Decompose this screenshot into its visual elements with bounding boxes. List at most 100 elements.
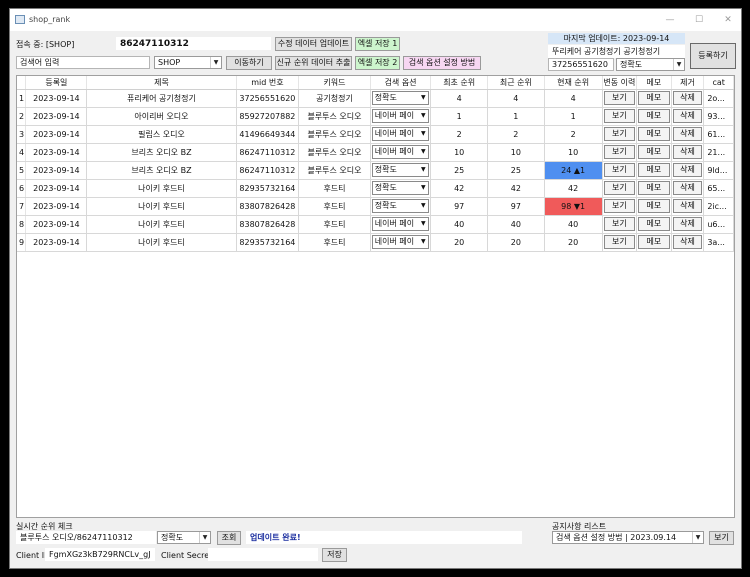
header-cell: 키워드 xyxy=(298,76,371,90)
history-view-button[interactable]: 보기 xyxy=(603,109,636,123)
cell-delete: 삭제 xyxy=(671,215,705,234)
cell-cat: 93... xyxy=(703,107,734,126)
memo-button[interactable]: 메모 xyxy=(638,235,670,249)
cell-mid: 83807826428 xyxy=(236,215,300,234)
history-view-button[interactable]: 보기 xyxy=(603,91,636,105)
search-option-help-button[interactable]: 검색 옵션 설정 방법 xyxy=(403,56,481,70)
cell-keyword: 후드티 xyxy=(298,179,371,198)
search-option-value: 정확도 xyxy=(374,93,397,102)
cell-keyword: 공기청정기 xyxy=(298,89,371,108)
connected-id-field[interactable]: 86247110312 xyxy=(116,37,271,50)
memo-button[interactable]: 메모 xyxy=(638,199,670,213)
history-view-button[interactable]: 보기 xyxy=(603,145,636,159)
search-option-select[interactable]: 정확도 ▼ xyxy=(371,163,430,177)
history-view-button[interactable]: 보기 xyxy=(603,217,636,231)
cell-title: 브리츠 오디오 BZ xyxy=(86,143,237,162)
register-keyword-field[interactable]: 뚜리케어 공기청정기 공기청정기 xyxy=(548,45,685,58)
cell-date: 2023-09-14 xyxy=(25,143,88,162)
cell-mid: 86247110312 xyxy=(236,161,300,180)
notice-select[interactable]: 검색 옵션 설정 방법 | 2023.09.14 ▼ xyxy=(552,531,704,544)
close-icon[interactable]: ✕ xyxy=(722,14,734,26)
search-input[interactable]: 검색어 입력 xyxy=(16,56,150,69)
history-view-button[interactable]: 보기 xyxy=(603,127,636,141)
cell-delete: 삭제 xyxy=(671,233,705,252)
search-option-select[interactable]: 네이버 페이 ▼ xyxy=(371,109,430,123)
maximize-icon[interactable]: ☐ xyxy=(693,14,705,26)
history-view-button[interactable]: 보기 xyxy=(603,199,636,213)
delete-button[interactable]: 삭제 xyxy=(672,217,703,231)
client-secret-field[interactable] xyxy=(208,548,318,561)
delete-button[interactable]: 삭제 xyxy=(672,127,703,141)
cell-keyword: 블루투스 오디오 xyxy=(298,143,371,162)
register-option-select[interactable]: 정확도 ▼ xyxy=(616,58,685,71)
chevron-down-icon: ▼ xyxy=(421,94,426,101)
cell-memo: 메모 xyxy=(636,233,672,252)
cell-mid: 37256551620 xyxy=(236,89,300,108)
history-view-button[interactable]: 보기 xyxy=(603,181,636,195)
delete-button[interactable]: 삭제 xyxy=(672,109,703,123)
cell-memo: 메모 xyxy=(636,215,672,234)
goto-button[interactable]: 이동하기 xyxy=(226,56,272,70)
row-number: 9 xyxy=(17,233,27,252)
register-button[interactable]: 등록하기 xyxy=(690,43,736,69)
new-rank-extract-button[interactable]: 신규 순위 데이터 추출 xyxy=(275,56,352,70)
memo-button[interactable]: 메모 xyxy=(638,181,670,195)
delete-button[interactable]: 삭제 xyxy=(672,181,703,195)
notice-select-value: 검색 옵션 설정 방법 | 2023.09.14 xyxy=(556,533,677,542)
cell-title: 필립스 오디오 xyxy=(86,125,237,144)
memo-button[interactable]: 메모 xyxy=(638,109,670,123)
minimize-icon[interactable]: — xyxy=(664,14,676,26)
save-button[interactable]: 저장 xyxy=(322,548,347,562)
delete-button[interactable]: 삭제 xyxy=(672,145,703,159)
search-option-select[interactable]: 네이버 페이 ▼ xyxy=(371,145,430,159)
history-view-button[interactable]: 보기 xyxy=(603,163,636,177)
memo-button[interactable]: 메모 xyxy=(638,217,670,231)
lookup-button[interactable]: 조회 xyxy=(217,531,241,545)
realtime-keyword-field[interactable]: 블루투스 오디오/86247110312 xyxy=(16,531,156,544)
delete-button[interactable]: 삭제 xyxy=(672,91,703,105)
search-option-select[interactable]: 네이버 페이 ▼ xyxy=(371,235,430,249)
cell-mid: 85927207882 xyxy=(236,107,300,126)
excel-save-2-button[interactable]: 엑셀 저장 2 xyxy=(355,56,400,70)
client-secret-label: Client Secret xyxy=(161,551,213,560)
row-number: 5 xyxy=(17,161,27,180)
history-view-button[interactable]: 보기 xyxy=(603,235,636,249)
memo-button[interactable]: 메모 xyxy=(638,163,670,177)
register-mid-field[interactable]: 37256551620 xyxy=(548,58,614,71)
search-option-select[interactable]: 정확도 ▼ xyxy=(371,199,430,213)
search-option-select[interactable]: 정확도 ▼ xyxy=(371,181,430,195)
chevron-down-icon: ▼ xyxy=(673,59,684,70)
memo-button[interactable]: 메모 xyxy=(638,127,670,141)
search-option-value: 네이버 페이 xyxy=(374,237,415,246)
memo-button[interactable]: 메모 xyxy=(638,145,670,159)
cell-first-rank: 2 xyxy=(430,125,489,144)
delete-button[interactable]: 삭제 xyxy=(672,235,703,249)
client-id-field[interactable]: FgmXGz3kB729RNCLv_gJ xyxy=(45,548,155,561)
search-option-select[interactable]: 정확도 ▼ xyxy=(371,91,430,105)
realtime-option-select[interactable]: 정확도 ▼ xyxy=(157,531,211,544)
cell-cat: 21... xyxy=(703,143,734,162)
row-number: 7 xyxy=(17,197,27,216)
delete-button[interactable]: 삭제 xyxy=(672,199,703,213)
notice-view-button[interactable]: 보기 xyxy=(709,531,734,545)
cell-cat: 65... xyxy=(703,179,734,198)
cell-history: 보기 xyxy=(602,233,638,252)
shop-select[interactable]: SHOP ▼ xyxy=(154,56,222,69)
cell-current-rank: 2 xyxy=(544,125,603,144)
rank-table-body: 등록일 제목 mid 번호 키워드 검색 옵션 최초 순위 최근 순위 현재 순… xyxy=(17,76,734,252)
delete-button[interactable]: 삭제 xyxy=(672,163,703,177)
header-cell: 제거 xyxy=(671,76,705,90)
update-edit-button[interactable]: 수정 데이터 업데이트 xyxy=(275,37,352,51)
chevron-down-icon: ▼ xyxy=(421,148,426,155)
chevron-down-icon: ▼ xyxy=(199,532,210,543)
memo-button[interactable]: 메모 xyxy=(638,91,670,105)
cell-option: 네이버 페이 ▼ xyxy=(370,233,432,252)
cell-title: 나이키 후드티 xyxy=(86,215,237,234)
excel-save-1-button[interactable]: 엑셀 저장 1 xyxy=(355,37,400,51)
search-option-select[interactable]: 네이버 페이 ▼ xyxy=(371,217,430,231)
header-cell: 최초 순위 xyxy=(430,76,489,90)
cell-history: 보기 xyxy=(602,215,638,234)
search-option-select[interactable]: 네이버 페이 ▼ xyxy=(371,127,430,141)
cell-title: 나이키 후드티 xyxy=(86,233,237,252)
register-option-value: 정확도 xyxy=(620,60,643,69)
